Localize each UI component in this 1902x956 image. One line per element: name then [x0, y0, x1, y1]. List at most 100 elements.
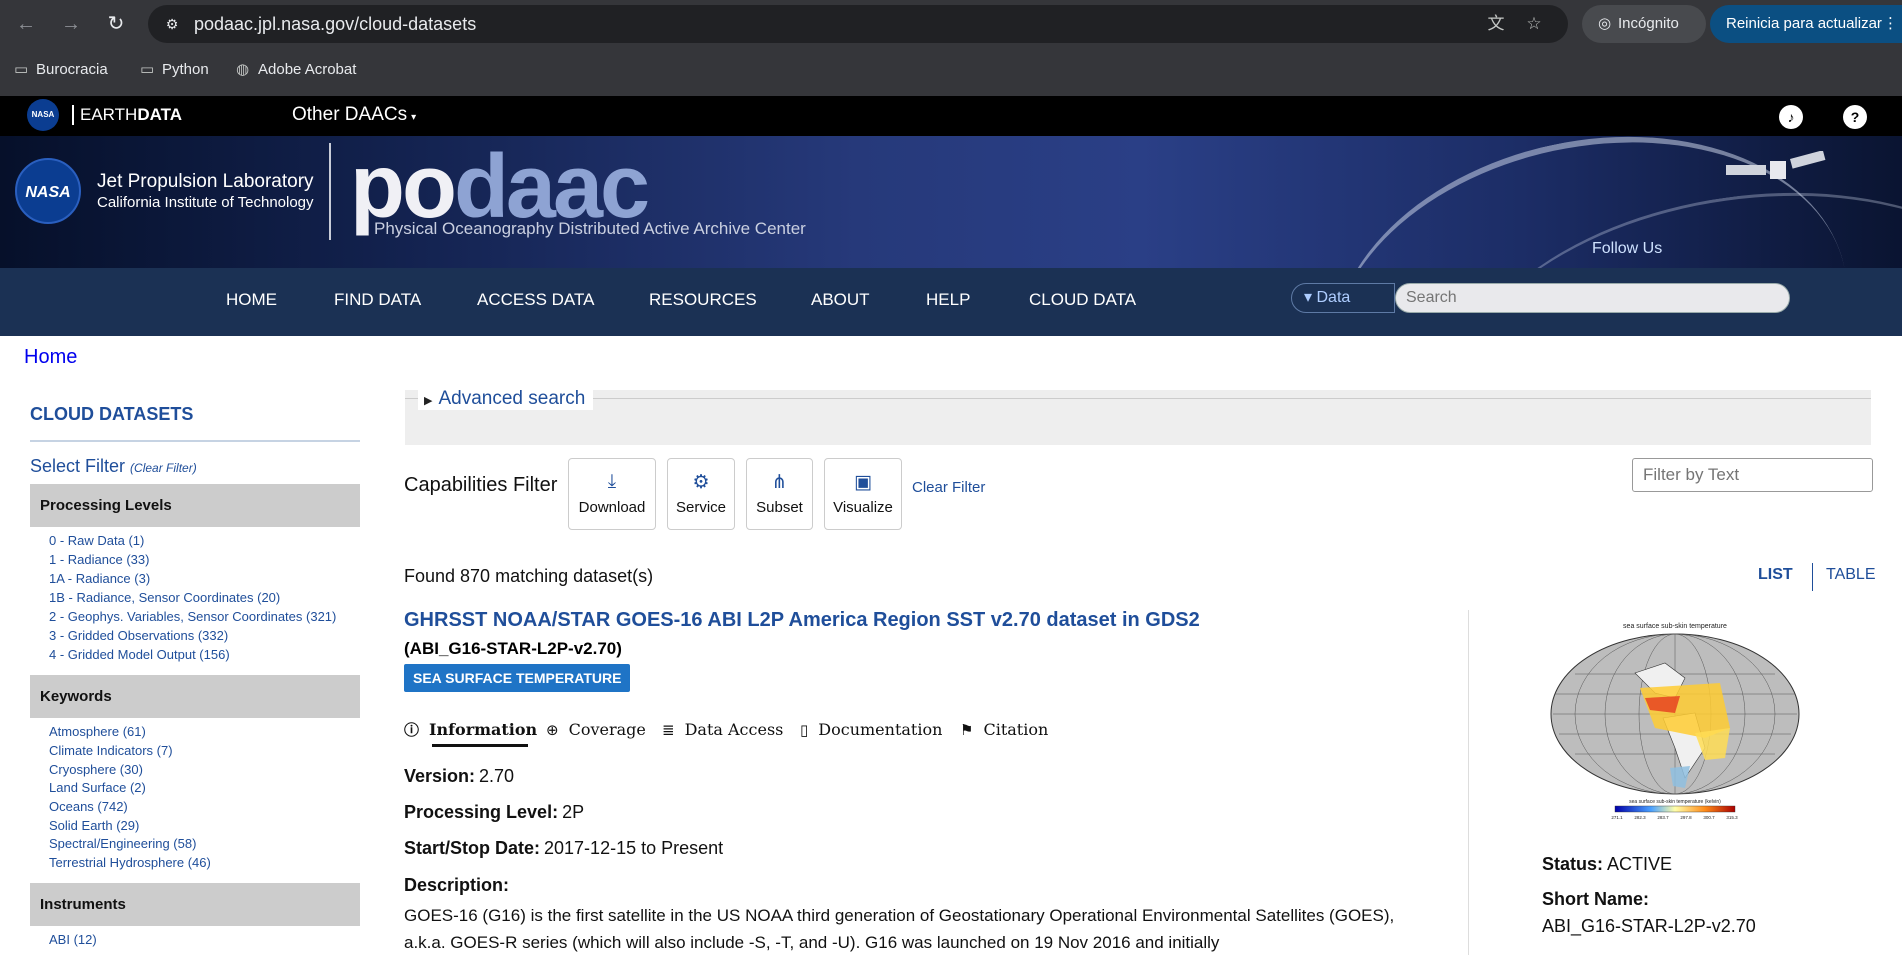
facet-item[interactable]: ABI (12): [49, 932, 97, 947]
caret-down-icon: ▾: [1304, 289, 1317, 306]
bookmark-python[interactable]: ▭ Python: [140, 58, 209, 82]
filter-by-text-input[interactable]: [1632, 458, 1873, 492]
select-filter-heading: Select Filter (Clear Filter): [30, 456, 197, 477]
nav-access-data[interactable]: ACCESS DATA: [477, 290, 594, 310]
facet-item[interactable]: 2 - Geophys. Variables, Sensor Coordinat…: [49, 609, 336, 624]
dataset-title-link[interactable]: GHRSST NOAA/STAR GOES-16 ABI L2P America…: [404, 609, 1444, 632]
other-daacs-menu[interactable]: Other DAACs ▾: [292, 104, 416, 126]
short-name-value: ABI_G16-STAR-L2P-v2.70: [1542, 916, 1756, 936]
capability-label: Subset: [756, 499, 803, 516]
bookmark-adobe-acrobat[interactable]: ◍ Adobe Acrobat: [236, 58, 356, 82]
short-name-label: Short Name:: [1542, 889, 1649, 910]
facet-item[interactable]: 1A - Radiance (3): [49, 571, 150, 586]
translate-icon[interactable]: 文: [1484, 13, 1508, 35]
star-icon[interactable]: ☆: [1522, 13, 1546, 35]
breadcrumb-home[interactable]: Home: [24, 346, 77, 369]
address-bar[interactable]: ⚙ podaac.jpl.nasa.gov/cloud-datasets 文 ☆: [148, 5, 1568, 43]
tab-label: Information: [429, 720, 538, 739]
capability-label: Visualize: [833, 499, 893, 516]
visualize-filter-button[interactable]: ▣ Visualize: [824, 458, 902, 530]
tab-data-access[interactable]: ≣ Data Access: [662, 718, 783, 742]
nasa-logo-small[interactable]: NASA: [27, 99, 59, 131]
status-label: Status:: [1542, 854, 1604, 874]
nav-about[interactable]: ABOUT: [811, 290, 870, 310]
facet-instruments[interactable]: Instruments: [30, 883, 360, 926]
view-table-toggle[interactable]: TABLE: [1826, 566, 1876, 584]
earthdata-logo-suffix: DATA: [137, 105, 183, 124]
facet-item[interactable]: Cryosphere (30): [49, 762, 143, 777]
facet-item[interactable]: Oceans (742): [49, 799, 128, 814]
status-value: ACTIVE: [1607, 854, 1673, 874]
incognito-badge[interactable]: ◎ Incógnito: [1582, 5, 1706, 43]
colorbar-tick: 271.1: [1611, 815, 1623, 820]
bookmark-label: Burocracia: [36, 61, 108, 78]
nav-cloud-data[interactable]: CLOUD DATA: [1029, 290, 1136, 310]
facet-processing-levels[interactable]: Processing Levels: [30, 484, 360, 527]
view-list-toggle[interactable]: LIST: [1758, 566, 1793, 584]
status-field: Status: ACTIVE: [1542, 854, 1672, 875]
other-daacs-label: Other DAACs: [292, 104, 408, 125]
service-filter-button[interactable]: ⚙ Service: [667, 458, 735, 530]
sidebar-title: CLOUD DATASETS: [30, 404, 194, 424]
data-type-label: Data: [1316, 289, 1351, 306]
nav-help[interactable]: HELP: [926, 290, 970, 310]
nasa-logo[interactable]: NASA: [15, 158, 81, 224]
nav-resources[interactable]: RESOURCES: [649, 290, 757, 310]
help-icon[interactable]: ?: [1843, 105, 1867, 129]
update-label: Reinicia para actualizar: [1726, 15, 1882, 32]
dataset-keyword-badge[interactable]: SEA SURFACE TEMPERATURE: [404, 664, 631, 692]
caret-right-icon: ▶: [424, 395, 433, 407]
dataset-thumbnail[interactable]: sea surface sub-skin temperature sea sur…: [1545, 618, 1805, 830]
forward-icon[interactable]: →: [55, 8, 87, 40]
facet-item[interactable]: Land Surface (2): [49, 780, 146, 795]
description-text: GOES-16 (G16) is the first satellite in …: [404, 906, 1395, 952]
capability-label: Download: [578, 499, 646, 516]
url-text[interactable]: podaac.jpl.nasa.gov/cloud-datasets: [194, 14, 476, 35]
start-stop-date-value: 2017-12-15 to Present: [544, 838, 724, 858]
tab-citation[interactable]: ⚑ Citation: [960, 718, 1048, 742]
facet-item[interactable]: 1B - Radiance, Sensor Coordinates (20): [49, 590, 280, 605]
facet-item[interactable]: 3 - Gridded Observations (332): [49, 628, 228, 643]
follow-us-link[interactable]: Follow Us: [1592, 240, 1662, 258]
data-type-select[interactable]: ▾ Data: [1291, 283, 1395, 313]
earthdata-logo[interactable]: EARTHDATA: [72, 105, 182, 125]
info-icon: ⓘ: [404, 721, 420, 739]
back-icon[interactable]: ←: [10, 8, 42, 40]
colorbar-tick: 300.7: [1703, 815, 1715, 820]
facet-item[interactable]: 4 - Gridded Model Output (156): [49, 647, 230, 662]
tab-documentation[interactable]: ▯ Documentation: [800, 718, 942, 742]
capability-label: Service: [675, 499, 727, 516]
version-label: Version:: [404, 766, 476, 786]
advanced-search-toggle[interactable]: ▶ Advanced search: [418, 388, 594, 410]
facet-keywords[interactable]: Keywords: [30, 675, 360, 718]
tab-information[interactable]: ⓘ Information: [404, 718, 537, 742]
update-button[interactable]: Reinicia para actualizar ⋮: [1710, 5, 1902, 43]
facet-item[interactable]: Atmosphere (61): [49, 724, 146, 739]
bookmark-burocracia[interactable]: ▭ Burocracia: [14, 58, 108, 82]
facet-item[interactable]: Spectral/Engineering (58): [49, 836, 196, 851]
bell-icon[interactable]: ♪: [1779, 105, 1803, 129]
search-input[interactable]: [1395, 283, 1790, 313]
clear-filter-link[interactable]: (Clear Filter): [130, 461, 197, 475]
sitemap-icon: ⋔: [771, 472, 788, 493]
tab-coverage[interactable]: ⊕ Coverage: [546, 718, 646, 742]
clear-capabilities-link[interactable]: Clear Filter: [912, 479, 985, 496]
folder-icon: ▭: [14, 61, 29, 78]
facet-item[interactable]: Solid Earth (29): [49, 818, 139, 833]
nav-home[interactable]: HOME: [226, 290, 277, 310]
reload-icon[interactable]: ↻: [100, 8, 132, 40]
facet-item[interactable]: 1 - Radiance (33): [49, 552, 149, 567]
site-info-icon[interactable]: ⚙: [162, 14, 182, 34]
view-toggle-divider: [1812, 563, 1813, 591]
download-filter-button[interactable]: ⤓ Download: [568, 458, 656, 530]
version-value: 2.70: [479, 766, 515, 786]
facet-item[interactable]: 0 - Raw Data (1): [49, 533, 144, 548]
short-name-label-text: Short Name:: [1542, 889, 1650, 909]
facet-item[interactable]: Climate Indicators (7): [49, 743, 173, 758]
tab-label: Coverage: [568, 720, 646, 739]
jpl-title[interactable]: Jet Propulsion Laboratory: [97, 171, 314, 193]
nav-find-data[interactable]: FIND DATA: [334, 290, 421, 310]
facet-item[interactable]: Terrestrial Hydrosphere (46): [49, 855, 211, 870]
subset-filter-button[interactable]: ⋔ Subset: [746, 458, 813, 530]
menu-icon[interactable]: ⋮: [1883, 5, 1898, 43]
